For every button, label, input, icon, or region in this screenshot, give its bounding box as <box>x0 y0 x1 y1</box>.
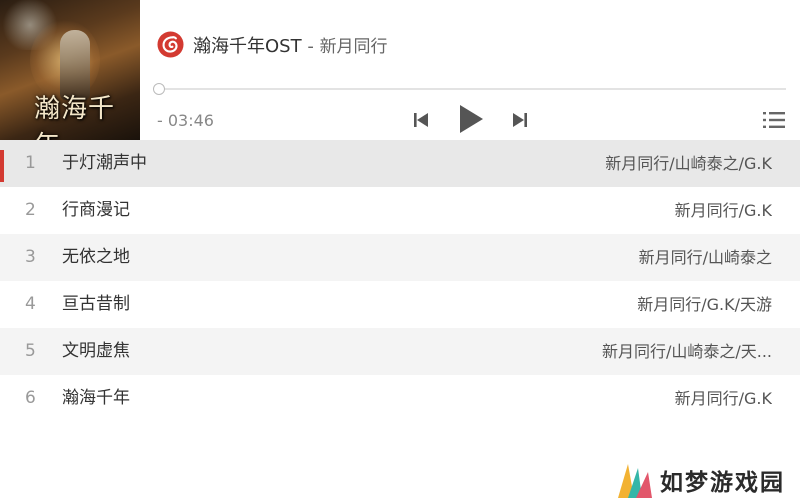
track-row[interactable]: 2 行商漫记 新月同行/G.K <box>0 187 800 234</box>
skip-previous-icon[interactable] <box>410 109 432 131</box>
watermark-text: 如梦游戏园 <box>660 469 785 496</box>
track-number: 5 <box>25 341 36 361</box>
progress-handle[interactable] <box>153 83 165 95</box>
track-row[interactable]: 1 于灯潮声中 新月同行/山崎泰之/G.K <box>0 140 800 187</box>
track-list: 1 于灯潮声中 新月同行/山崎泰之/G.K 2 行商漫记 新月同行/G.K 3 … <box>0 140 800 422</box>
track-artist[interactable]: 新月同行/G.K/天游 <box>637 281 772 328</box>
album-cover[interactable]: 瀚海千年 <box>0 0 140 140</box>
track-artist[interactable]: 新月同行/G.K <box>675 375 772 422</box>
site-watermark: 如梦游戏园 <box>612 456 800 504</box>
track-title[interactable]: 亘古昔制 <box>62 281 130 328</box>
remaining-time: - 03:46 <box>157 111 214 130</box>
cover-art-title: 瀚海千年 <box>34 94 116 140</box>
music-player: 瀚海千年 瀚海千年OST - 新月同行 - 03:46 <box>0 0 800 140</box>
track-artist[interactable]: 新月同行/山崎泰之/G.K <box>605 140 772 187</box>
album-artist[interactable]: 新月同行 <box>320 37 388 57</box>
track-row[interactable]: 4 亘古昔制 新月同行/G.K/天游 <box>0 281 800 328</box>
track-row[interactable]: 6 瀚海千年 新月同行/G.K <box>0 375 800 422</box>
progress-bar[interactable] <box>156 88 786 90</box>
playlist-icon[interactable] <box>762 110 786 130</box>
track-number: 3 <box>25 247 36 267</box>
track-row[interactable]: 5 文明虚焦 新月同行/山崎泰之/天... <box>0 328 800 375</box>
watermark-logo-icon <box>618 464 652 498</box>
track-number: 4 <box>25 294 36 314</box>
title-separator: - <box>307 36 314 57</box>
track-row[interactable]: 3 无依之地 新月同行/山崎泰之 <box>0 234 800 281</box>
play-icon[interactable] <box>455 102 487 136</box>
track-title[interactable]: 于灯潮声中 <box>62 140 147 187</box>
active-track-marker <box>0 150 4 182</box>
skip-next-icon[interactable] <box>509 109 531 131</box>
track-artist[interactable]: 新月同行/山崎泰之/天... <box>602 328 772 375</box>
track-title[interactable]: 行商漫记 <box>62 187 130 234</box>
now-playing-title: 瀚海千年OST - 新月同行 <box>193 32 388 58</box>
track-artist[interactable]: 新月同行/山崎泰之 <box>639 234 772 281</box>
netease-cloud-music-icon[interactable] <box>157 31 184 58</box>
track-number: 2 <box>25 200 36 220</box>
track-title[interactable]: 瀚海千年 <box>62 375 130 422</box>
track-title[interactable]: 无依之地 <box>62 234 130 281</box>
track-number: 1 <box>25 153 36 173</box>
album-name[interactable]: 瀚海千年OST <box>193 36 302 57</box>
track-number: 6 <box>25 388 36 408</box>
track-title[interactable]: 文明虚焦 <box>62 328 130 375</box>
track-artist[interactable]: 新月同行/G.K <box>675 187 772 234</box>
